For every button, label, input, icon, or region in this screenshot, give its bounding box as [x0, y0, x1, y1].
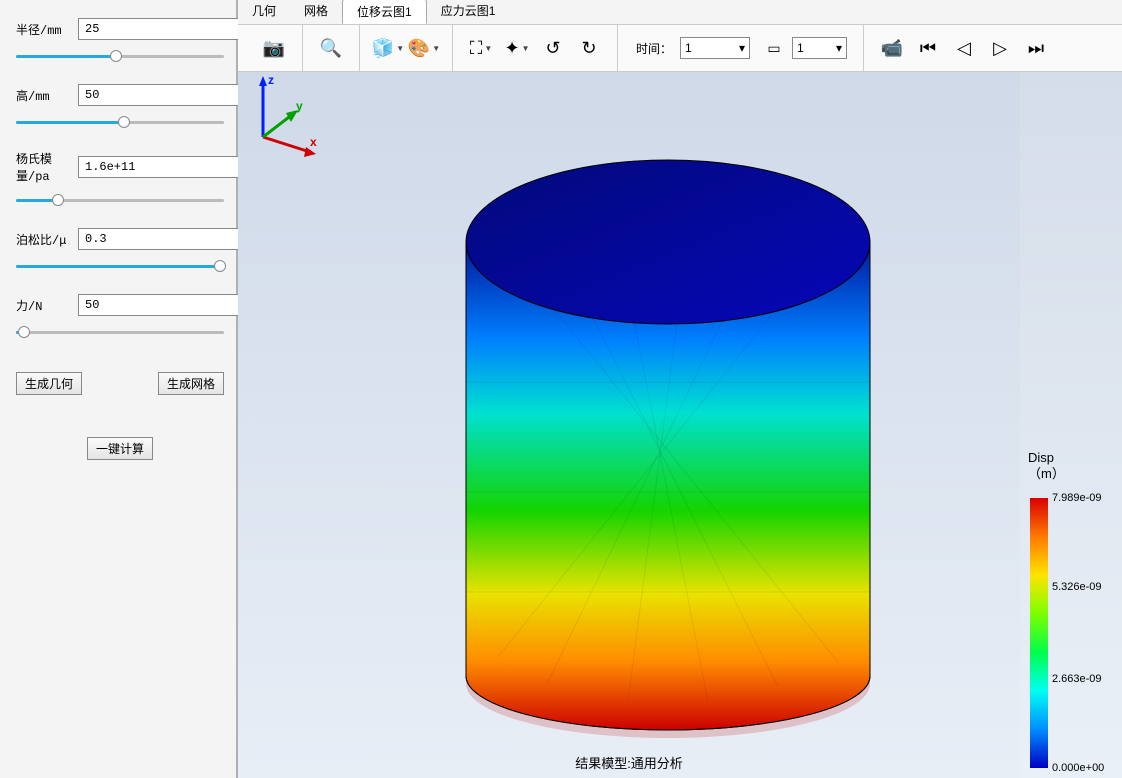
- colorbar-gradient: [1030, 498, 1048, 768]
- param-slider-4[interactable]: [16, 322, 224, 342]
- param-label: 力/N: [16, 297, 78, 314]
- colorbar-tick: 7.989e-09: [1052, 492, 1102, 504]
- param-slider-0[interactable]: [16, 46, 224, 66]
- colorbar-tick: 0.000e+00: [1052, 762, 1104, 774]
- camera-anim-icon[interactable]: 📹: [876, 32, 908, 64]
- viewport-toolbar: 📷 🔍 🧊▼🎨▼ ⛶▼✦▼↺↻ 时间： 1 ▾ ▭ 1 ▾ 📹⏮◁▷⏭: [238, 24, 1122, 72]
- first-frame-icon[interactable]: ⏮: [912, 32, 944, 64]
- time-select-1[interactable]: 1 ▾: [680, 37, 750, 59]
- tab-2[interactable]: 位移云图1: [342, 0, 427, 24]
- transparency-icon[interactable]: 🧊▼: [372, 32, 404, 64]
- next-frame-icon[interactable]: ⏭: [1020, 32, 1052, 64]
- result-title: 结果模型:通用分析: [238, 753, 1020, 772]
- colorbar-panel: Disp（m） 7.989e-09 5.326e-09 2.663e-09 0.000…: [1020, 72, 1122, 778]
- fit-view-icon[interactable]: ⛶▼: [465, 32, 497, 64]
- chevron-down-icon: ▼: [432, 44, 440, 53]
- screenshot-icon[interactable]: 📷: [258, 32, 290, 64]
- axis-triad: z y x: [238, 72, 328, 162]
- colorbar-tick: 2.663e-09: [1052, 673, 1102, 685]
- build-geometry-button[interactable]: 生成几何: [16, 372, 82, 395]
- param-label: 杨氏模量/pa: [16, 150, 78, 184]
- build-mesh-button[interactable]: 生成网格: [158, 372, 224, 395]
- param-slider-1[interactable]: [16, 112, 224, 132]
- play-icon[interactable]: ▷: [984, 32, 1016, 64]
- prev-frame-icon[interactable]: ◁: [948, 32, 980, 64]
- param-input-4[interactable]: [78, 294, 244, 316]
- axis-icon[interactable]: ✦▼: [501, 32, 533, 64]
- param-label: 半径/mm: [16, 21, 78, 38]
- svg-text:x: x: [310, 135, 317, 149]
- colorbar-title: Disp（m）: [1028, 450, 1065, 482]
- param-input-0[interactable]: [78, 18, 244, 40]
- time-select-2-value: 1: [797, 41, 804, 55]
- chevron-down-icon: ▼: [396, 44, 404, 53]
- time-label: 时间：: [628, 40, 680, 57]
- time-select-2[interactable]: 1 ▾: [792, 37, 847, 59]
- param-input-2[interactable]: [78, 156, 244, 178]
- param-label: 高/mm: [16, 87, 78, 104]
- 3d-viewport[interactable]: z y x 结果模型:通用分析: [238, 72, 1020, 778]
- solve-button[interactable]: 一键计算: [87, 437, 153, 460]
- rotate-cw-icon[interactable]: ↻: [573, 32, 605, 64]
- zoom-icon[interactable]: 🔍: [315, 32, 347, 64]
- tab-0[interactable]: 几何: [238, 0, 290, 24]
- parameter-panel: 半径/mm 高/mm 杨氏模量/pa 泊松比/μ 力/N 生成几何 生成网格 一键计算: [0, 0, 238, 778]
- chevron-down-icon: ▼: [484, 44, 492, 53]
- svg-text:y: y: [296, 99, 303, 113]
- param-slider-2[interactable]: [16, 190, 224, 210]
- param-slider-3[interactable]: [16, 256, 224, 276]
- colorbar-tick: 5.326e-09: [1052, 581, 1102, 593]
- chevron-down-icon: ▾: [739, 41, 745, 55]
- param-input-1[interactable]: [78, 84, 244, 106]
- time-step-button[interactable]: ▭: [758, 32, 790, 64]
- view-tab-bar: 几何网格位移云图1应力云图1: [238, 0, 1122, 24]
- chevron-down-icon: ▾: [836, 41, 842, 55]
- time-select-1-value: 1: [685, 41, 692, 55]
- svg-text:z: z: [268, 73, 274, 87]
- rotate-ccw-icon[interactable]: ↺: [537, 32, 569, 64]
- colormap-icon[interactable]: 🎨▼: [408, 32, 440, 64]
- param-label: 泊松比/μ: [16, 231, 78, 248]
- tab-3[interactable]: 应力云图1: [427, 0, 510, 24]
- tab-1[interactable]: 网格: [290, 0, 342, 24]
- chevron-down-icon: ▼: [522, 44, 530, 53]
- param-input-3[interactable]: [78, 228, 244, 250]
